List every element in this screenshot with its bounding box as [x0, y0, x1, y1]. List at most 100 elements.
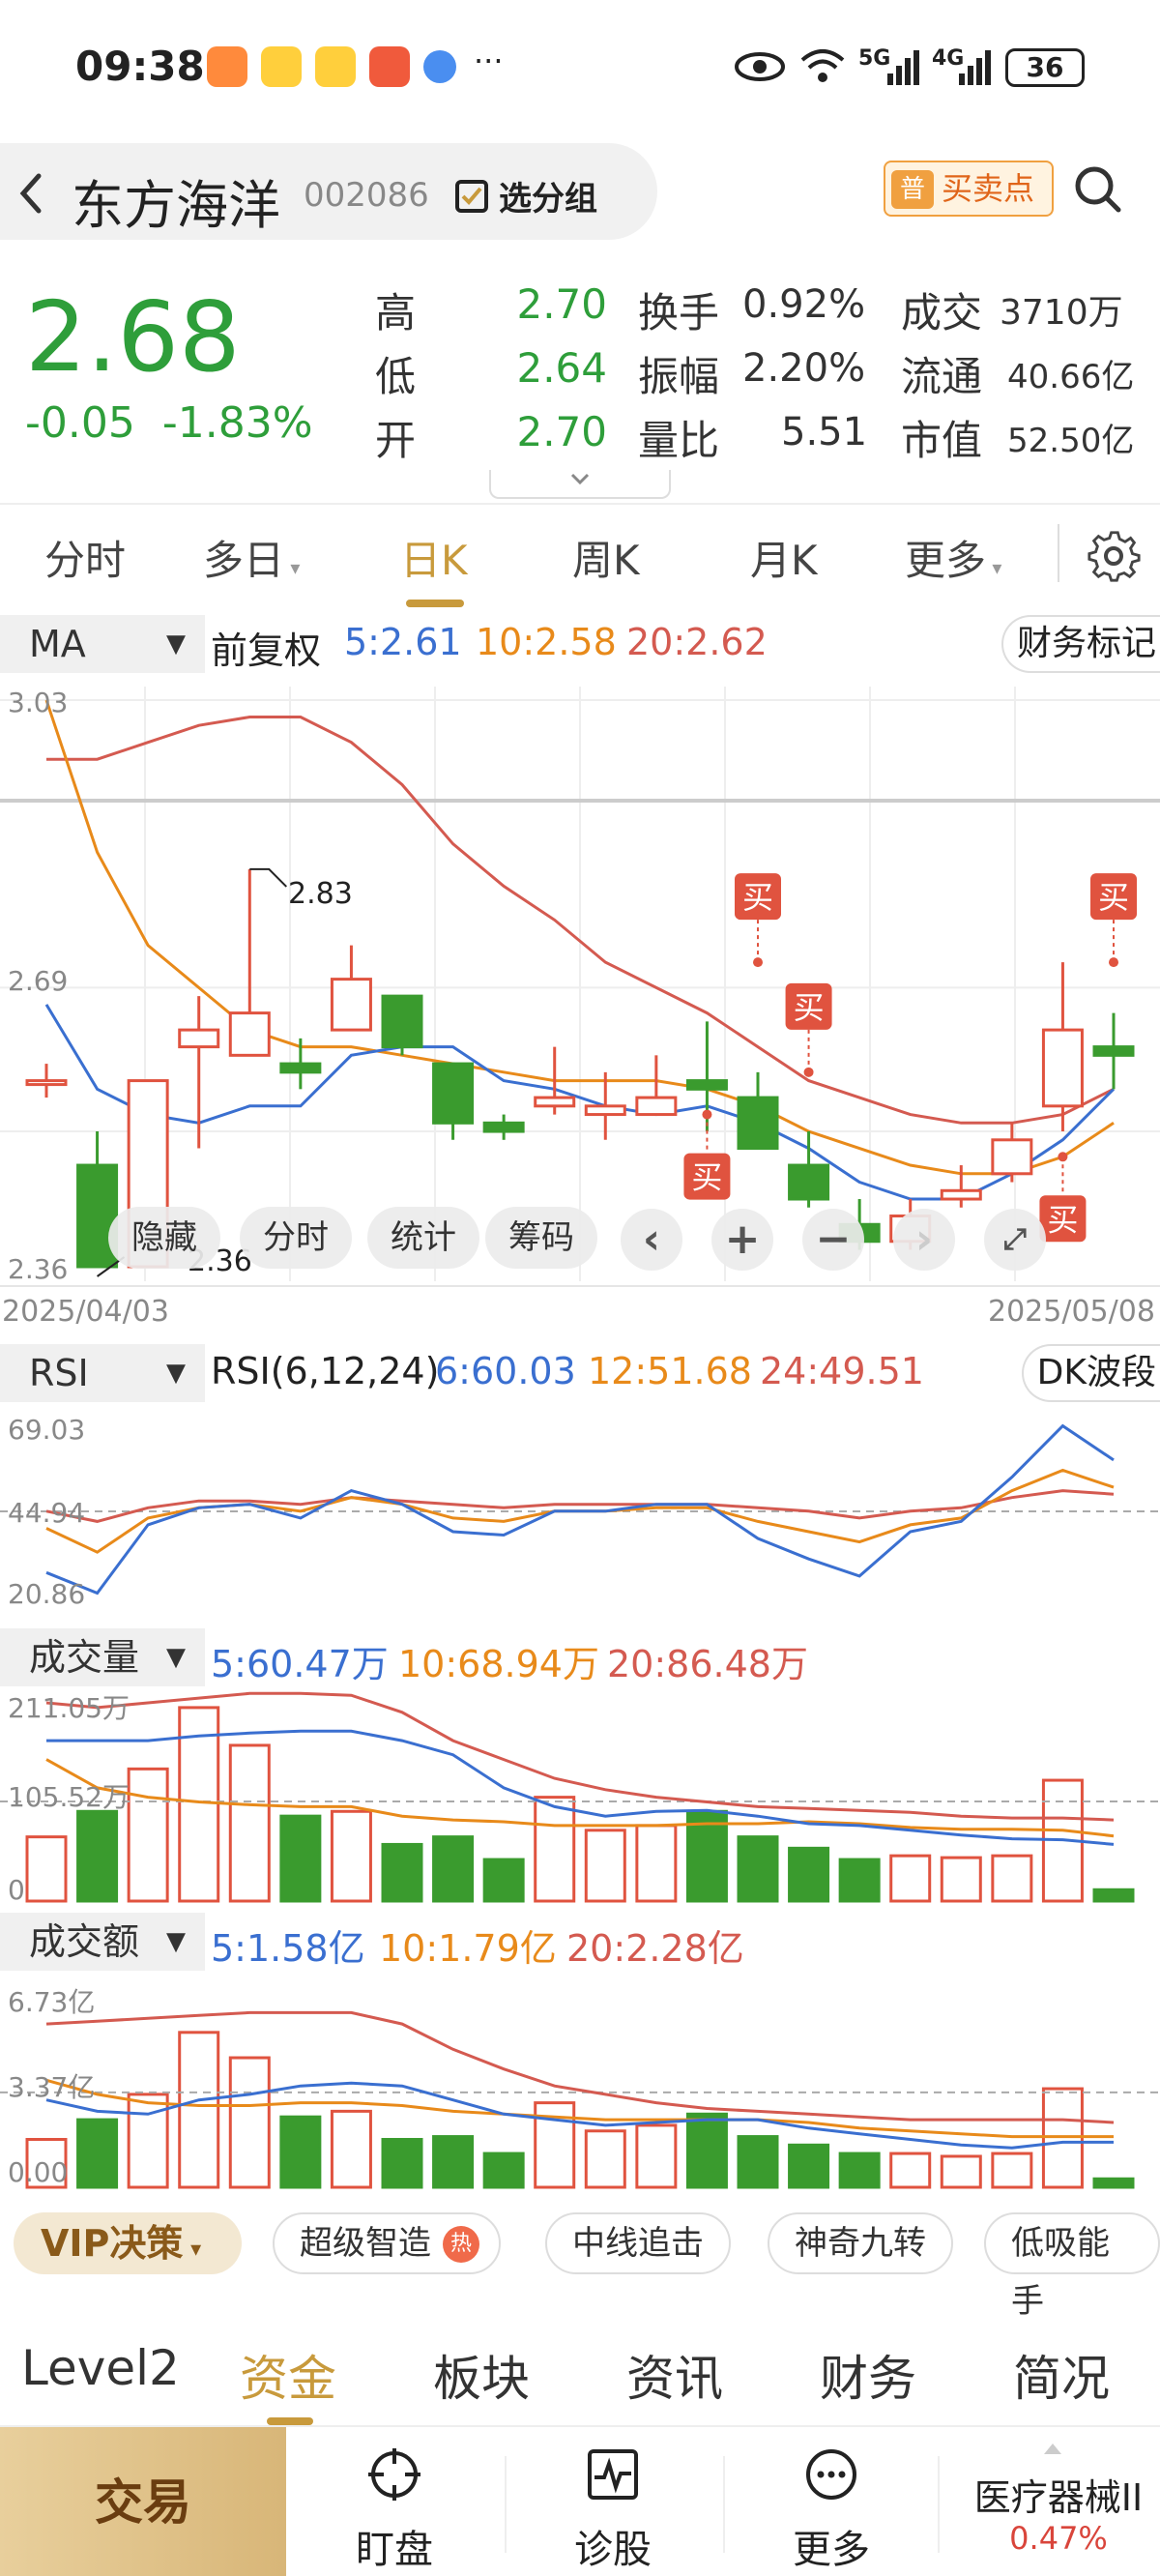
nav-separator [723, 2456, 725, 2553]
ma-indicator-strip: MA ▼ 前复权 5:2.61 10:2.58 20:2.62 财务标记 [0, 615, 1160, 673]
tab-funds[interactable]: 资金 [240, 2340, 336, 2410]
weibo-icon [315, 46, 356, 87]
signal-bars-icon [887, 50, 919, 85]
amount-indicator-strip: 成交额 ▼ 5:1.58亿 10:1.79亿 20:2.28亿 [0, 1913, 1160, 1971]
tab-daily-k[interactable]: 日K [400, 528, 468, 587]
dk-band-toggle[interactable]: DK波段 [1021, 1344, 1160, 1402]
more-dots-icon [806, 2449, 856, 2500]
volume-bar [279, 1814, 322, 1903]
ma-selector[interactable]: MA ▼ [0, 615, 205, 673]
mktcap-value: 52.50亿 [1007, 422, 1135, 460]
rsi-selector[interactable]: RSI ▼ [0, 1344, 205, 1402]
tab-weekly-k[interactable]: 周K [572, 528, 640, 587]
buy-marker-label: 买 [794, 989, 825, 1026]
chevron-left-icon[interactable] [14, 170, 48, 217]
weibo-icon [261, 46, 302, 87]
tab-level2[interactable]: Level2 [21, 2340, 180, 2396]
search-icon[interactable] [1073, 164, 1121, 213]
nav-watch[interactable]: 盯盘 [327, 2446, 462, 2574]
candle-body [381, 994, 423, 1049]
scroll-right-button[interactable]: › [893, 1209, 955, 1271]
volume-bar [838, 1858, 881, 1903]
kline-high-annotation: 2.83 [288, 877, 353, 911]
stock-code: 002086 [304, 176, 429, 215]
feature-chip-label: 超级智造 [300, 2224, 431, 2263]
amount-axis-mid: 3.37亿 [8, 2071, 95, 2103]
volume-ma20-value: 20:86.48万 [607, 1643, 808, 1685]
tab-sectors[interactable]: 板块 [433, 2340, 530, 2410]
gear-icon[interactable] [1087, 528, 1141, 582]
tab-intraday[interactable]: 分时 [44, 528, 126, 587]
trade-button[interactable]: 交易 [0, 2427, 286, 2576]
hide-toolbar-button[interactable]: 隐藏 [108, 1207, 220, 1269]
nav-separator [938, 2456, 940, 2553]
kline-axis-bottom: 2.36 [8, 1253, 68, 1285]
amount-bar [584, 2129, 626, 2189]
statistics-toolbar-button[interactable]: 统计 [367, 1207, 479, 1269]
tab-more[interactable]: 更多 ▾ [905, 528, 1001, 587]
volume-bar [940, 1856, 982, 1903]
intraday-toolbar-button[interactable]: 分时 [240, 1207, 352, 1269]
nav-diagnose[interactable]: 诊股 [545, 2446, 681, 2574]
amount-ma10-value: 10:1.79亿 [379, 1927, 557, 1970]
volume-selector[interactable]: 成交量 ▼ [0, 1628, 205, 1686]
vip-decision-button[interactable]: VIP决策 ▾ [14, 2212, 242, 2274]
tab-news[interactable]: 资讯 [626, 2340, 723, 2410]
amount-chart[interactable]: 6.73亿 3.37亿 0.00 [0, 1973, 1160, 2191]
tab-multiday[interactable]: 多日 ▾ [203, 528, 300, 587]
sector-name[interactable]: 医疗器械II [957, 2468, 1160, 2521]
scroll-left-button[interactable]: ‹ [621, 1209, 682, 1271]
signal-bars-icon [959, 50, 991, 85]
paper-plane-icon [369, 46, 410, 87]
tab-profile[interactable]: 简况 [1013, 2340, 1110, 2410]
candle-body [584, 1104, 626, 1117]
buy-marker-label: 买 [691, 1159, 722, 1196]
volume-chart[interactable]: 211.05万 105.52万 0 [0, 1688, 1160, 1907]
feature-chip-midline-chase[interactable]: 中线追击 [545, 2212, 731, 2274]
buy-sell-points-button[interactable]: 普 买卖点 [884, 161, 1054, 217]
mktcap-label: 市值 [901, 417, 983, 464]
volume-axis-top: 211.05万 [8, 1692, 130, 1724]
amount-selector[interactable]: 成交额 ▼ [0, 1913, 205, 1971]
financial-marks-toggle[interactable]: 财务标记 [1000, 615, 1160, 673]
amount-bar [940, 2154, 982, 2189]
status-bar: 09:38 ··· 5G 4G 36 [0, 0, 1160, 135]
rsi-chart[interactable]: 69.03 44.94 20.86 [0, 1404, 1160, 1617]
rsi-axis-top: 69.03 [8, 1414, 85, 1446]
volume-bar [127, 1767, 169, 1903]
buy-marker-dot [753, 957, 763, 968]
amount-bar [889, 2152, 932, 2189]
amount-bar [737, 2135, 779, 2189]
tab-monthly-k[interactable]: 月K [750, 528, 818, 587]
candle-body [737, 1096, 779, 1151]
low-value: 2.64 [516, 344, 607, 392]
fullscreen-button[interactable]: ⤢ [984, 1209, 1046, 1271]
expand-quote-button[interactable] [489, 470, 671, 499]
volume-bar [25, 1835, 68, 1903]
amount-bar [838, 2152, 881, 2189]
nav-more[interactable]: 更多 [764, 2446, 899, 2574]
caret-down-icon: ▼ [166, 629, 186, 659]
feature-chip-magic-nine[interactable]: 神奇九转 [768, 2212, 953, 2274]
tab-more-label: 更多 [905, 537, 987, 584]
chips-toolbar-button[interactable]: 筹码 [485, 1207, 597, 1269]
tab-financials[interactable]: 财务 [820, 2340, 916, 2410]
ma5-value: 5:2.61 [344, 621, 462, 663]
feature-chip-low-buy[interactable]: 低吸能手 [984, 2212, 1160, 2321]
caret-up-icon [1044, 2444, 1061, 2454]
volume-ma10-value: 10:68.94万 [398, 1643, 599, 1685]
zoom-in-button[interactable]: + [711, 1209, 773, 1271]
nav-watch-label: 盯盘 [356, 2528, 433, 2572]
ma-selector-label: MA [29, 623, 86, 665]
candle-body [1092, 1045, 1135, 1057]
select-group-button[interactable]: 选分组 [454, 172, 597, 220]
zoom-out-button[interactable]: − [802, 1209, 864, 1271]
stock-header: 东方海洋 002086 选分组 普 买卖点 [0, 143, 1160, 240]
amount-bar [1092, 2177, 1135, 2189]
buy-marker-dot [702, 1109, 712, 1120]
amplitude-value: 2.20% [742, 346, 866, 391]
nav-separator [505, 2456, 507, 2553]
rsi-selector-label: RSI [29, 1352, 89, 1394]
feature-chip-super-manufacturing[interactable]: 超级智造 热 [273, 2212, 501, 2274]
adjust-mode-label[interactable]: 前复权 [211, 621, 321, 674]
